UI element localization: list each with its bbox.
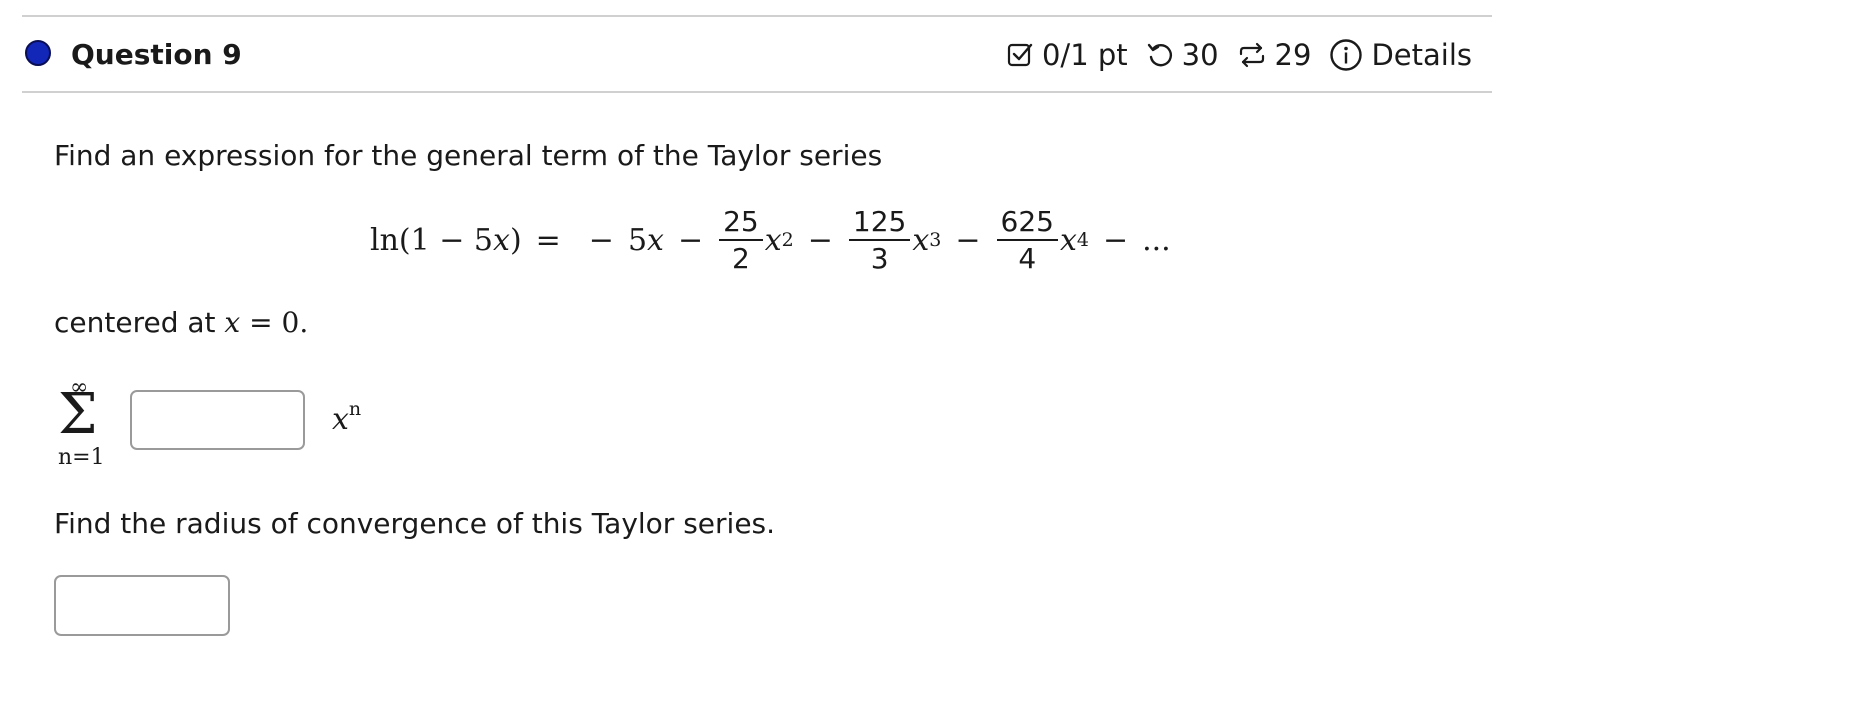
summation-symbol: ∞ Σ n=1 bbox=[54, 375, 124, 475]
repeat-icon bbox=[1237, 41, 1267, 69]
term4-power: 4 bbox=[1076, 229, 1089, 251]
score-text: 0/1 pt bbox=[1041, 38, 1128, 72]
minus-sign: − bbox=[677, 222, 704, 258]
checkbox-check-icon bbox=[1006, 41, 1034, 69]
question-title: Question 9 bbox=[71, 38, 242, 71]
equals-sign: = bbox=[535, 222, 561, 258]
term1-coef: 5 bbox=[627, 222, 648, 258]
fraction-25-2: 25 2 bbox=[719, 206, 763, 274]
term4-var: x bbox=[1059, 222, 1077, 258]
ln-function: ln bbox=[370, 222, 399, 258]
header-divider bbox=[22, 91, 1492, 93]
summation-lower-limit: n=1 bbox=[58, 445, 105, 470]
question-header: Question 9 0/1 pt 30 29 Details bbox=[22, 30, 1492, 80]
question-prompt: Find an expression for the general term … bbox=[54, 139, 883, 172]
top-divider bbox=[22, 15, 1492, 17]
term3-power: 3 bbox=[929, 229, 942, 251]
minus-sign: − bbox=[955, 222, 981, 258]
lhs-open: (1 − 5 bbox=[398, 222, 494, 258]
retries-count: 30 bbox=[1181, 38, 1219, 72]
undo-icon bbox=[1146, 41, 1174, 69]
status-dot-icon bbox=[25, 40, 51, 66]
radius-question: Find the radius of convergence of this T… bbox=[54, 507, 776, 540]
ellipsis: ... bbox=[1142, 222, 1171, 258]
sigma-icon: Σ bbox=[58, 382, 98, 447]
lhs-var: x bbox=[493, 222, 510, 258]
info-icon[interactable] bbox=[1329, 38, 1363, 72]
term2-power: 2 bbox=[781, 229, 794, 251]
radius-input[interactable] bbox=[54, 575, 230, 636]
taylor-series-equation: ln (1 − 5 x) = − 5x − 25 2 x 2 − 125 3 x 3 − 625… bbox=[370, 198, 1171, 282]
details-link[interactable]: Details bbox=[1371, 38, 1472, 72]
term1-var: x bbox=[647, 222, 664, 258]
question-meta: 0/1 pt 30 29 Details bbox=[1006, 38, 1472, 72]
attempts-count: 29 bbox=[1274, 38, 1312, 72]
fraction-125-3: 125 3 bbox=[848, 206, 911, 274]
term3-var: x bbox=[912, 222, 930, 258]
general-term-input[interactable] bbox=[130, 390, 305, 450]
lhs-close: ) bbox=[509, 222, 522, 258]
minus-sign: − bbox=[807, 222, 833, 258]
centered-at-text: centered at x = 0. bbox=[54, 306, 309, 339]
term1-sign: − bbox=[588, 222, 614, 258]
x-power-n: xn bbox=[332, 398, 362, 437]
term2-var: x bbox=[764, 222, 782, 258]
minus-sign: − bbox=[1102, 222, 1129, 258]
fraction-625-4: 625 4 bbox=[996, 206, 1058, 274]
